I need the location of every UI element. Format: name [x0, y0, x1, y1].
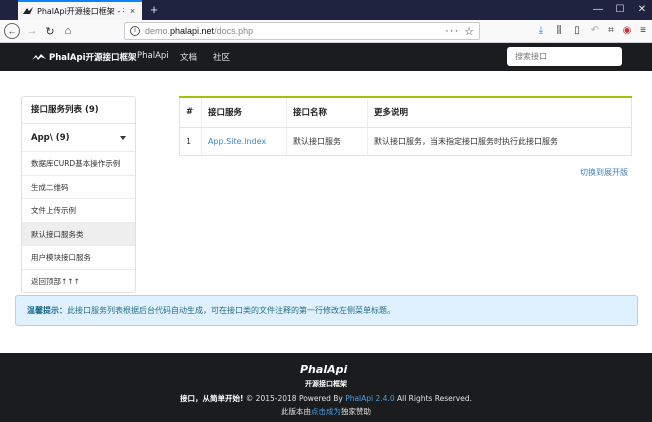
site-info-icon[interactable]: i: [130, 26, 140, 36]
sidebar-item-back-to-top[interactable]: 返回顶部↑↑↑: [22, 268, 135, 293]
col-header-desc: 更多说明: [367, 97, 632, 128]
cell-service: App.Site.Index: [201, 127, 287, 156]
close-window-button[interactable]: ✕: [634, 3, 650, 17]
sidebar-item-upload[interactable]: 文件上传示例: [22, 198, 135, 222]
sidebar-title: 接口服务列表 (9): [22, 97, 135, 124]
undo-icon[interactable]: ↶: [588, 24, 602, 38]
col-header-num: #: [179, 97, 202, 128]
tab-title: PhalApi开源接口框架 - 在线接: [37, 6, 124, 16]
site-footer: PhalApi 开源接口框架 接口，从简单开始! © 2015-2018 Pow…: [0, 353, 652, 422]
table-row: 1 App.Site.Index 默认接口服务 默认接口服务，当未指定接口服务时…: [179, 127, 632, 156]
cell-name: 默认接口服务: [286, 127, 368, 156]
main-content: 接口服务列表 (9) App\ (9) 数据库CURD基本操作示例 生成二维码 …: [0, 71, 652, 353]
tip-message: 温馨提示：此接口服务列表根据后台代码自动生成，可在接口类的文件注释的第一行修改左…: [15, 295, 638, 326]
phalapi-favicon-icon: [23, 6, 33, 16]
cell-num: 1: [179, 127, 202, 156]
browser-titlebar: PhalApi开源接口框架 - 在线接 × + — ☐ ✕: [0, 0, 652, 20]
sidebar-item-qrcode[interactable]: 生成二维码: [22, 174, 135, 199]
footer-copyright: 接口，从简单开始! © 2015-2018 Powered By PhalApi…: [179, 394, 472, 403]
menu-icon[interactable]: ≡: [636, 24, 650, 38]
footer-logo-text: PhalApi: [300, 363, 347, 375]
api-table: # 接口服务 接口名称 更多说明 1 App.Site.Index 默认接口服务…: [179, 96, 632, 156]
page-actions-icon[interactable]: ···: [445, 25, 459, 37]
sidebar-group-label: App\ (9): [31, 132, 70, 143]
phalapi-version-link[interactable]: PhalApi 2.4.0: [345, 394, 394, 403]
sponsor-link[interactable]: 点击成为: [311, 407, 341, 416]
reload-icon[interactable]: ↻: [42, 23, 58, 39]
api-sidebar: 接口服务列表 (9) App\ (9) 数据库CURD基本操作示例 生成二维码 …: [21, 96, 136, 293]
caret-down-icon: [120, 135, 126, 140]
browser-tab[interactable]: PhalApi开源接口框架 - 在线接 ×: [18, 0, 142, 20]
footer-sponsor: 此版本由点击成为独家赞助: [281, 407, 371, 416]
col-header-service: 接口服务: [201, 97, 287, 128]
sidebar-item-default-service[interactable]: 默认接口服务类: [22, 221, 135, 245]
maximize-button[interactable]: ☐: [612, 3, 628, 17]
search-input[interactable]: [507, 47, 622, 66]
toggle-expanded-link[interactable]: 切换到展开版: [580, 167, 628, 178]
sidebar-item-user-module[interactable]: 用户模块接口服务: [22, 245, 135, 269]
brand-name: PhalApi开源接口框架: [49, 53, 137, 63]
home-icon[interactable]: ⌂: [60, 23, 76, 39]
nav-item-docs[interactable]: 文档: [180, 51, 197, 63]
minimize-button[interactable]: —: [590, 3, 606, 17]
cell-desc: 默认接口服务，当未指定接口服务时执行此接口服务: [367, 127, 632, 156]
tip-text: 此接口服务列表根据后台代码自动生成，可在接口类的文件注释的第一行修改左侧菜单标题…: [67, 306, 395, 315]
sidebar-item-curd[interactable]: 数据库CURD基本操作示例: [22, 151, 135, 175]
sidebar-toggle-icon[interactable]: ▯: [570, 24, 584, 38]
back-arrow-icon[interactable]: ←: [4, 23, 20, 39]
col-header-name: 接口名称: [286, 97, 368, 128]
url-bar[interactable]: i demo.phalapi.net/docs.php ··· ☆: [124, 22, 480, 40]
footer-slogan: 开源接口框架: [305, 380, 347, 388]
table-header-row: # 接口服务 接口名称 更多说明: [179, 97, 632, 128]
browser-navbar: ← → ↻ ⌂ i demo.phalapi.net/docs.php ··· …: [0, 20, 652, 43]
nav-item-phalapi[interactable]: PhalApi: [137, 51, 169, 61]
bookmark-star-icon[interactable]: ☆: [464, 25, 474, 38]
url-text: demo.phalapi.net/docs.php: [145, 26, 254, 36]
api-service-link[interactable]: App.Site.Index: [208, 137, 266, 146]
tip-label: 温馨提示：: [27, 306, 67, 315]
footer-logo: PhalApi: [300, 363, 347, 375]
screenshot-icon[interactable]: ⌗: [604, 24, 618, 38]
extension-icon[interactable]: ◉: [620, 24, 634, 38]
site-header: PhalApi开源接口框架 PhalApi 文档 社区: [0, 43, 652, 71]
new-tab-button[interactable]: +: [146, 2, 162, 18]
forward-arrow-icon[interactable]: →: [24, 23, 40, 39]
tab-close-icon[interactable]: ×: [128, 6, 137, 16]
footer-motto: 接口，从简单开始!: [179, 394, 244, 403]
download-icon[interactable]: ⤓: [534, 24, 548, 38]
brand-logo[interactable]: PhalApi开源接口框架: [32, 51, 137, 63]
phalapi-logo-icon: [32, 54, 46, 60]
nav-item-community[interactable]: 社区: [213, 51, 230, 63]
library-icon[interactable]: ⫼: [552, 24, 566, 38]
sidebar-group-app[interactable]: App\ (9): [22, 124, 135, 151]
